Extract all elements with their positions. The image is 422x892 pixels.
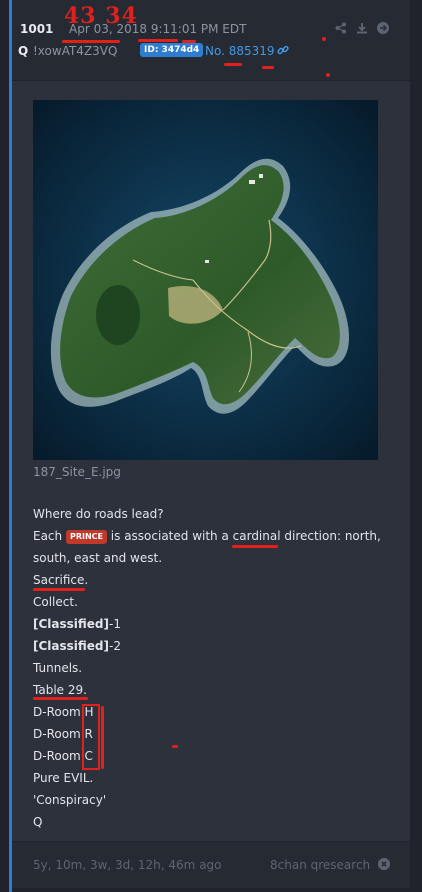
header-actions [335, 22, 389, 34]
message-text: -1 [109, 617, 121, 631]
annotation-underline-sacrifice [33, 588, 85, 591]
share-icon[interactable] [335, 22, 347, 34]
message-line: Q [33, 815, 43, 829]
annotation-dash [172, 745, 178, 748]
message-line: 'Conspiracy' [33, 793, 107, 807]
arrow-right-icon[interactable] [377, 22, 389, 34]
download-icon[interactable] [356, 22, 368, 34]
message-line: Where do roads lead? [33, 507, 164, 521]
annotation-dot [322, 37, 326, 41]
message-line: [Classified]-2 [33, 635, 393, 657]
annotation-underline-seconds [182, 40, 196, 43]
classified-label: [Classified] [33, 617, 110, 631]
annotation-box-droom-letters [82, 704, 100, 770]
annotation-underline-date [62, 40, 120, 43]
time-ago: 5y, 10m, 3w, 3d, 12h, 46m ago [33, 858, 222, 872]
message-line: [Classified]-1 [33, 613, 393, 635]
message-line: Sacrifice. [33, 573, 89, 587]
tripcode: !xowAT4Z3VQ [33, 44, 118, 58]
classified-label: [Classified] [33, 639, 110, 653]
message-line: Collect. [33, 595, 78, 609]
message-line: Pure EVIL. [33, 771, 94, 785]
post-message: Where do roads lead? Each PRINCE is asso… [33, 503, 393, 833]
message-text: Each [33, 529, 66, 543]
annotation-underline-time [138, 39, 178, 42]
id-badge[interactable]: ID: 3474d4 [140, 43, 204, 57]
close-circle-icon[interactable] [378, 858, 390, 870]
author-name: Q [18, 44, 29, 58]
message-line: Each PRINCE is associated with a cardina… [33, 525, 393, 569]
image-filename[interactable]: 187_Site_E.jpg [33, 465, 121, 479]
post-number-link[interactable]: No. 885319 [205, 44, 275, 58]
annotation-box-right-line [101, 706, 104, 769]
post-date: Apr 03, 2018 9:11:01 PM EDT [69, 22, 247, 36]
island-satellite-image[interactable] [33, 100, 378, 460]
prince-tag: PRINCE [65, 530, 107, 544]
post-number: 1001 [20, 22, 54, 36]
message-line: Tunnels. [33, 661, 83, 675]
annotation-underline-table [33, 697, 88, 700]
annotation-underline-postno-2 [262, 66, 274, 69]
island-image-drawing [33, 100, 378, 460]
message-text: -2 [109, 639, 121, 653]
annotation-underline-cardinal [232, 545, 278, 548]
board-name[interactable]: 8chan qresearch [270, 858, 370, 872]
annotation-underline-postno-1 [224, 63, 242, 66]
link-icon[interactable] [277, 44, 289, 56]
annotation-dot [326, 73, 330, 77]
